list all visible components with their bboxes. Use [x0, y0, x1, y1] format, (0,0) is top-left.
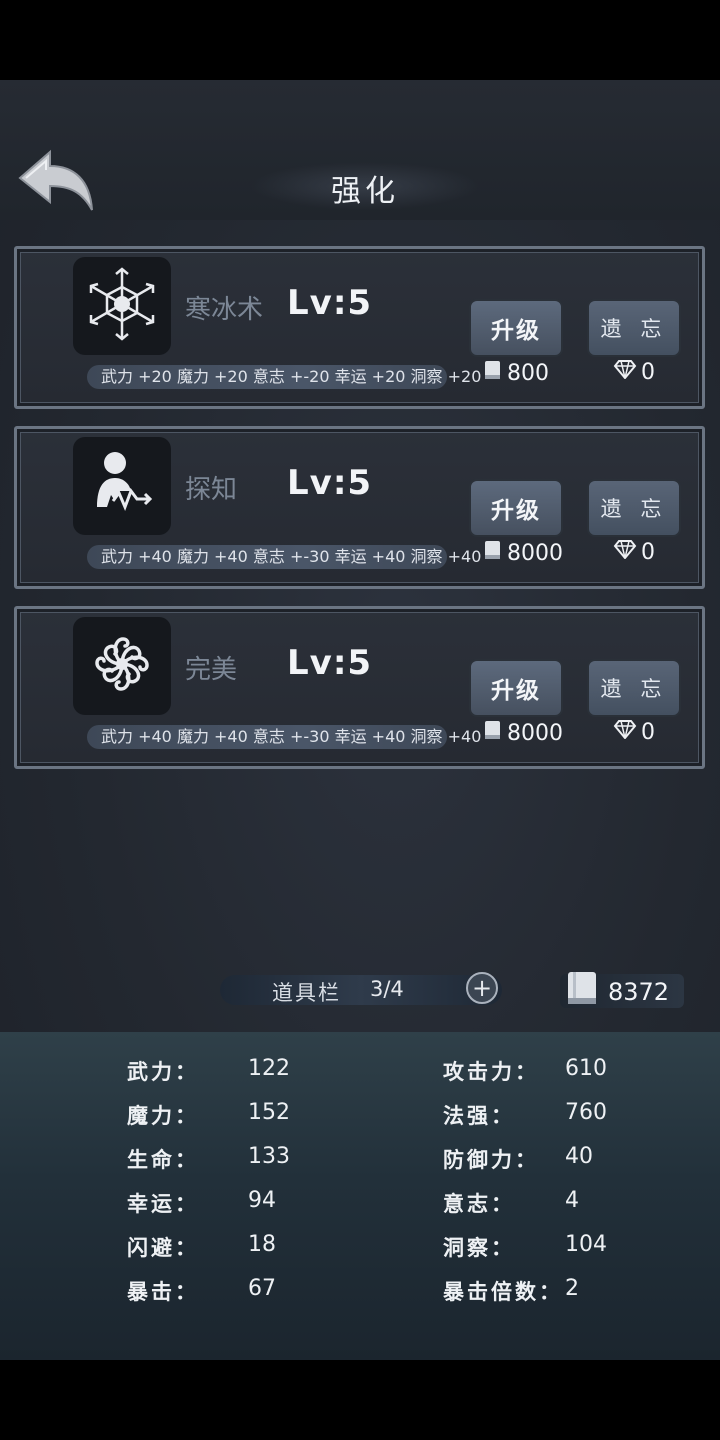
top-bar: 强化: [0, 80, 720, 220]
game-screen: 强化 寒冰术 Lv:5 武力 +20 魔力 +20 意志 +-20 幸运 +20…: [0, 80, 720, 1360]
stat-label: 防御力：: [443, 1148, 539, 1172]
diamond-icon: [613, 359, 637, 385]
books-total: 8372: [560, 972, 684, 1008]
item-bar[interactable]: 道具栏 3/4 +: [220, 972, 502, 1005]
book-icon: [483, 359, 503, 387]
stat-label: 幸运：: [127, 1192, 199, 1216]
skill-bonus: 武力 +40 魔力 +40 意志 +-30 幸运 +40 洞察 +40: [87, 545, 481, 569]
stat-value: 610: [565, 1056, 607, 1081]
skill-name: 探知: [185, 475, 238, 505]
stat-label: 攻击力：: [443, 1060, 539, 1084]
skill-name: 寒冰术: [185, 295, 264, 325]
back-arrow-icon[interactable]: [16, 148, 96, 218]
stat-label: 武力：: [127, 1060, 199, 1084]
skill-level: Lv:5: [287, 463, 373, 503]
book-icon: [564, 968, 602, 1014]
stat-value: 122: [248, 1056, 290, 1081]
skill-level: Lv:5: [287, 643, 373, 683]
stat-value: 4: [565, 1188, 579, 1213]
book-icon: [483, 719, 503, 747]
forget-button[interactable]: 遗 忘: [587, 299, 681, 357]
page-title: 强化: [331, 174, 399, 209]
stat-value: 152: [248, 1100, 290, 1125]
stat-value: 67: [248, 1276, 276, 1301]
stat-label: 暴击倍数：: [443, 1280, 563, 1304]
stat-value: 40: [565, 1144, 593, 1169]
gem-cost: 0: [613, 539, 655, 565]
skill-card: 寒冰术 Lv:5 武力 +20 魔力 +20 意志 +-20 幸运 +20 洞察…: [14, 246, 705, 409]
stat-value: 2: [565, 1276, 579, 1301]
skill-bonus: 武力 +20 魔力 +20 意志 +-20 幸运 +20 洞察 +20: [87, 365, 481, 389]
diamond-icon: [613, 539, 637, 565]
swirl-icon: [83, 625, 161, 707]
skill-bonus: 武力 +40 魔力 +40 意志 +-30 幸运 +40 洞察 +40: [87, 725, 481, 749]
book-icon: [483, 539, 503, 567]
skill-card: 探知 Lv:5 武力 +40 魔力 +40 意志 +-30 幸运 +40 洞察 …: [14, 426, 705, 589]
upgrade-button[interactable]: 升级: [469, 659, 563, 717]
stat-value: 18: [248, 1232, 276, 1257]
diamond-icon: [613, 719, 637, 745]
stat-label: 闪避：: [127, 1236, 199, 1260]
snowflake-icon: [83, 265, 161, 347]
book-cost: 8000: [483, 719, 563, 747]
title-banner: 强化: [250, 162, 480, 210]
item-bar-label: 道具栏: [272, 981, 341, 1005]
stat-value: 104: [565, 1232, 607, 1257]
stat-label: 魔力：: [127, 1104, 199, 1128]
stat-value: 133: [248, 1144, 290, 1169]
add-slot-plus-icon[interactable]: +: [466, 972, 498, 1004]
stat-value: 94: [248, 1188, 276, 1213]
gem-cost: 0: [613, 359, 655, 385]
stat-label: 洞察：: [443, 1236, 515, 1260]
stats-panel: 武力： 122 魔力： 152 生命： 133 幸运： 94 闪避： 18 暴击： 67 攻击力： 610…: [0, 1032, 720, 1360]
stat-value: 760: [565, 1100, 607, 1125]
skill-level: Lv:5: [287, 283, 373, 323]
item-bar-count: 3/4: [370, 977, 404, 1001]
book-cost: 800: [483, 359, 549, 387]
upgrade-button[interactable]: 升级: [469, 299, 563, 357]
skill-name: 完美: [185, 655, 238, 685]
book-cost: 8000: [483, 539, 563, 567]
gem-cost: 0: [613, 719, 655, 745]
person-pulse-icon: [83, 445, 161, 527]
stat-label: 生命：: [127, 1148, 199, 1172]
forget-button[interactable]: 遗 忘: [587, 479, 681, 537]
skill-card: 完美 Lv:5 武力 +40 魔力 +40 意志 +-30 幸运 +40 洞察 …: [14, 606, 705, 769]
skill-icon-frame: [73, 437, 171, 535]
skill-icon-frame: [73, 257, 171, 355]
stat-label: 法强：: [443, 1104, 515, 1128]
skill-icon-frame: [73, 617, 171, 715]
upgrade-button[interactable]: 升级: [469, 479, 563, 537]
stat-label: 意志：: [443, 1192, 515, 1216]
stat-label: 暴击：: [127, 1280, 199, 1304]
forget-button[interactable]: 遗 忘: [587, 659, 681, 717]
